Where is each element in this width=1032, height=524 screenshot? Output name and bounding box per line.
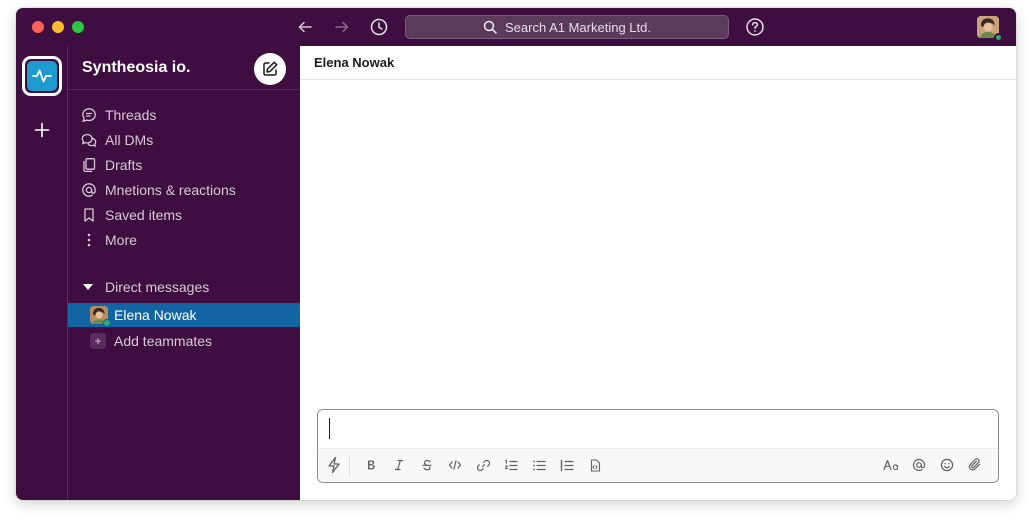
emoji-button[interactable] (937, 456, 957, 474)
sidebar-item-more[interactable]: More (68, 227, 300, 252)
ordered-list-icon (505, 459, 518, 470)
code-icon (448, 460, 462, 470)
compose-icon (263, 61, 278, 76)
all-dms-icon (81, 132, 97, 148)
arrow-left-icon (298, 21, 312, 33)
zoom-window-button[interactable] (72, 21, 84, 33)
search-icon (483, 20, 497, 34)
close-window-button[interactable] (32, 21, 44, 33)
dm-item-elena-nowak[interactable]: Elena Nowak (68, 303, 300, 327)
sidebar-item-all-dms[interactable]: All DMs (68, 127, 300, 152)
sidebar-item-threads[interactable]: Threads (68, 102, 300, 127)
app-window: Search A1 Marketing Ltd. Syntheosia io. … (16, 8, 1016, 500)
channel-title[interactable]: Elena Nowak (314, 55, 394, 70)
sidebar-item-mentions[interactable]: Mnetions & reactions (68, 177, 300, 202)
toolbar-divider (349, 456, 350, 476)
strikethrough-icon (422, 459, 432, 471)
attachment-icon (968, 458, 981, 471)
clock-icon (370, 18, 388, 36)
help-circle-icon (746, 18, 764, 36)
forward-button[interactable] (332, 17, 352, 37)
workspace-switcher-button[interactable] (22, 56, 62, 96)
title-bar: Search A1 Marketing Ltd. (16, 8, 1016, 46)
bookmark-icon (81, 207, 97, 223)
add-workspace-button[interactable] (32, 120, 52, 140)
caret-down-icon (83, 283, 93, 290)
history-button[interactable] (369, 17, 389, 37)
dm-item-label: Elena Nowak (114, 307, 197, 323)
search-placeholder: Search A1 Marketing Ltd. (505, 19, 651, 35)
sidebar-item-label: More (105, 231, 137, 248)
strikethrough-button[interactable] (417, 456, 437, 474)
text-format-button[interactable] (881, 456, 901, 474)
code-block-button[interactable] (585, 456, 605, 474)
blockquote-icon (560, 459, 574, 471)
blockquote-button[interactable] (557, 456, 577, 474)
sidebar-item-label: Threads (105, 106, 157, 123)
sidebar-item-label: All DMs (105, 131, 154, 148)
presence-indicator (994, 33, 1003, 42)
compose-button[interactable] (254, 53, 286, 85)
lightning-icon (328, 456, 340, 474)
search-bar[interactable]: Search A1 Marketing Ltd. (405, 15, 729, 39)
user-avatar[interactable] (977, 16, 1003, 42)
plus-icon: + (90, 332, 106, 349)
bold-button[interactable] (361, 456, 381, 474)
sidebar-item-label: Mnetions & reactions (105, 181, 236, 198)
at-sign-icon (81, 182, 97, 198)
add-teammates-button[interactable]: + Add teammates (68, 328, 300, 353)
emoji-icon (940, 458, 954, 472)
bulleted-list-button[interactable] (529, 456, 549, 474)
drafts-icon (81, 157, 97, 173)
channel-header: Elena Nowak (300, 46, 1016, 80)
avatar (90, 306, 111, 327)
workspace-rail (16, 46, 68, 500)
link-icon (476, 459, 490, 471)
italic-icon (394, 459, 404, 471)
direct-messages-header[interactable]: Direct messages (68, 274, 300, 299)
activity-pulse-icon (32, 69, 52, 83)
sidebar-nav: Threads All DMs Drafts Mnetions & reacti… (68, 102, 300, 252)
minimize-window-button[interactable] (52, 21, 64, 33)
sidebar: Syntheosia io. Threads All DMs Drafts Mn… (68, 46, 300, 500)
italic-button[interactable] (389, 456, 409, 474)
bulleted-list-icon (533, 460, 546, 470)
more-vertical-icon (81, 232, 97, 248)
ordered-list-button[interactable] (501, 456, 521, 474)
main-panel: Elena Nowak (300, 46, 1016, 500)
attachment-button[interactable] (965, 456, 985, 474)
direct-messages-section: Direct messages Elena Nowak + Add teamma… (68, 274, 300, 353)
mention-icon (912, 458, 926, 472)
back-button[interactable] (295, 17, 315, 37)
add-teammates-label: Add teammates (114, 332, 213, 349)
shortcuts-button[interactable] (324, 456, 344, 474)
code-button[interactable] (445, 456, 465, 474)
help-button[interactable] (745, 17, 765, 37)
sidebar-item-label: Drafts (105, 156, 143, 173)
sidebar-item-label: Saved items (105, 206, 183, 223)
presence-indicator (103, 319, 111, 327)
code-block-icon (590, 458, 601, 472)
arrow-right-icon (335, 21, 349, 33)
mention-button[interactable] (909, 456, 929, 474)
link-button[interactable] (473, 456, 493, 474)
composer-toolbar (318, 449, 998, 482)
message-input[interactable] (318, 410, 998, 449)
text-format-icon (883, 459, 899, 471)
plus-icon (34, 122, 50, 138)
sidebar-header: Syntheosia io. (68, 46, 300, 90)
section-label: Direct messages (105, 278, 210, 295)
text-caret (329, 418, 330, 439)
workspace-name[interactable]: Syntheosia io. (82, 59, 190, 77)
threads-icon (81, 107, 97, 123)
sidebar-item-drafts[interactable]: Drafts (68, 152, 300, 177)
bold-icon (368, 460, 375, 470)
message-composer (317, 409, 999, 483)
sidebar-item-saved[interactable]: Saved items (68, 202, 300, 227)
